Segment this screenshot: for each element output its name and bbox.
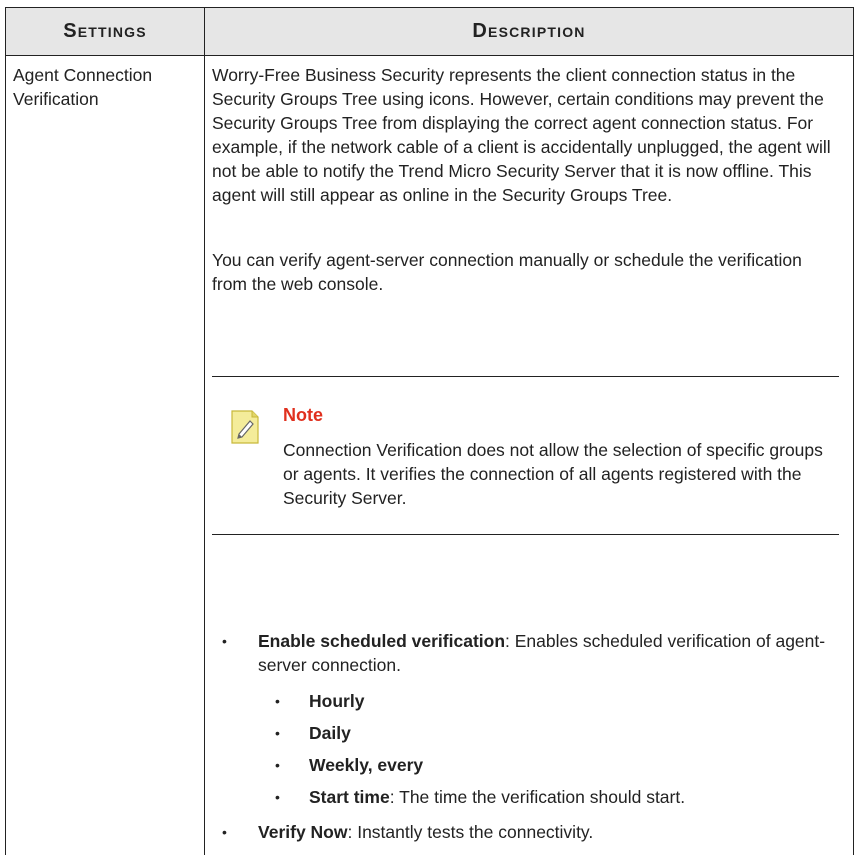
note-bottom-rule <box>212 534 839 535</box>
table-header-row: Settings Description <box>6 8 853 56</box>
note-title: Note <box>283 405 323 425</box>
description-paragraph-2: You can verify agent-server connection m… <box>212 250 802 294</box>
sub-list-item: • Weekly, every <box>275 753 835 777</box>
note-pencil-icon <box>231 410 259 444</box>
column-divider <box>204 8 205 855</box>
bullet-text: : Instantly tests the connectivity. <box>347 822 594 842</box>
bullet-icon: • <box>275 725 280 741</box>
description-paragraph-1: Worry-Free Business Security represents … <box>212 65 831 205</box>
bullet-icon: • <box>275 789 280 805</box>
note-text: Connection Verification does not allow t… <box>283 440 823 508</box>
bullet-icon: • <box>275 757 280 773</box>
sub-term: Hourly <box>309 691 365 711</box>
sub-text: : The time the verification should start… <box>389 787 686 807</box>
setting-name-cell: Agent Connection Verification <box>13 65 153 109</box>
note-top-rule <box>212 376 839 377</box>
bullet-term: Enable scheduled verification <box>258 631 506 651</box>
sub-term: Weekly, every <box>309 755 424 775</box>
bullet-icon: • <box>275 693 280 709</box>
bullet-icon: • <box>222 633 227 649</box>
sub-list-item: • Start time: The time the verification … <box>275 785 835 809</box>
sub-list-item: • Hourly <box>275 689 835 713</box>
sub-term: Start time <box>309 787 390 807</box>
header-description: Description <box>472 20 586 42</box>
header-settings: Settings <box>63 20 147 42</box>
bullet-term: Verify Now <box>258 822 348 842</box>
list-item: • Verify Now: Instantly tests the connec… <box>222 820 832 844</box>
sub-list-item: • Daily <box>275 721 835 745</box>
bullet-icon: • <box>222 824 227 840</box>
list-item: • Enable scheduled verification: Enables… <box>222 629 832 677</box>
sub-term: Daily <box>309 723 351 743</box>
